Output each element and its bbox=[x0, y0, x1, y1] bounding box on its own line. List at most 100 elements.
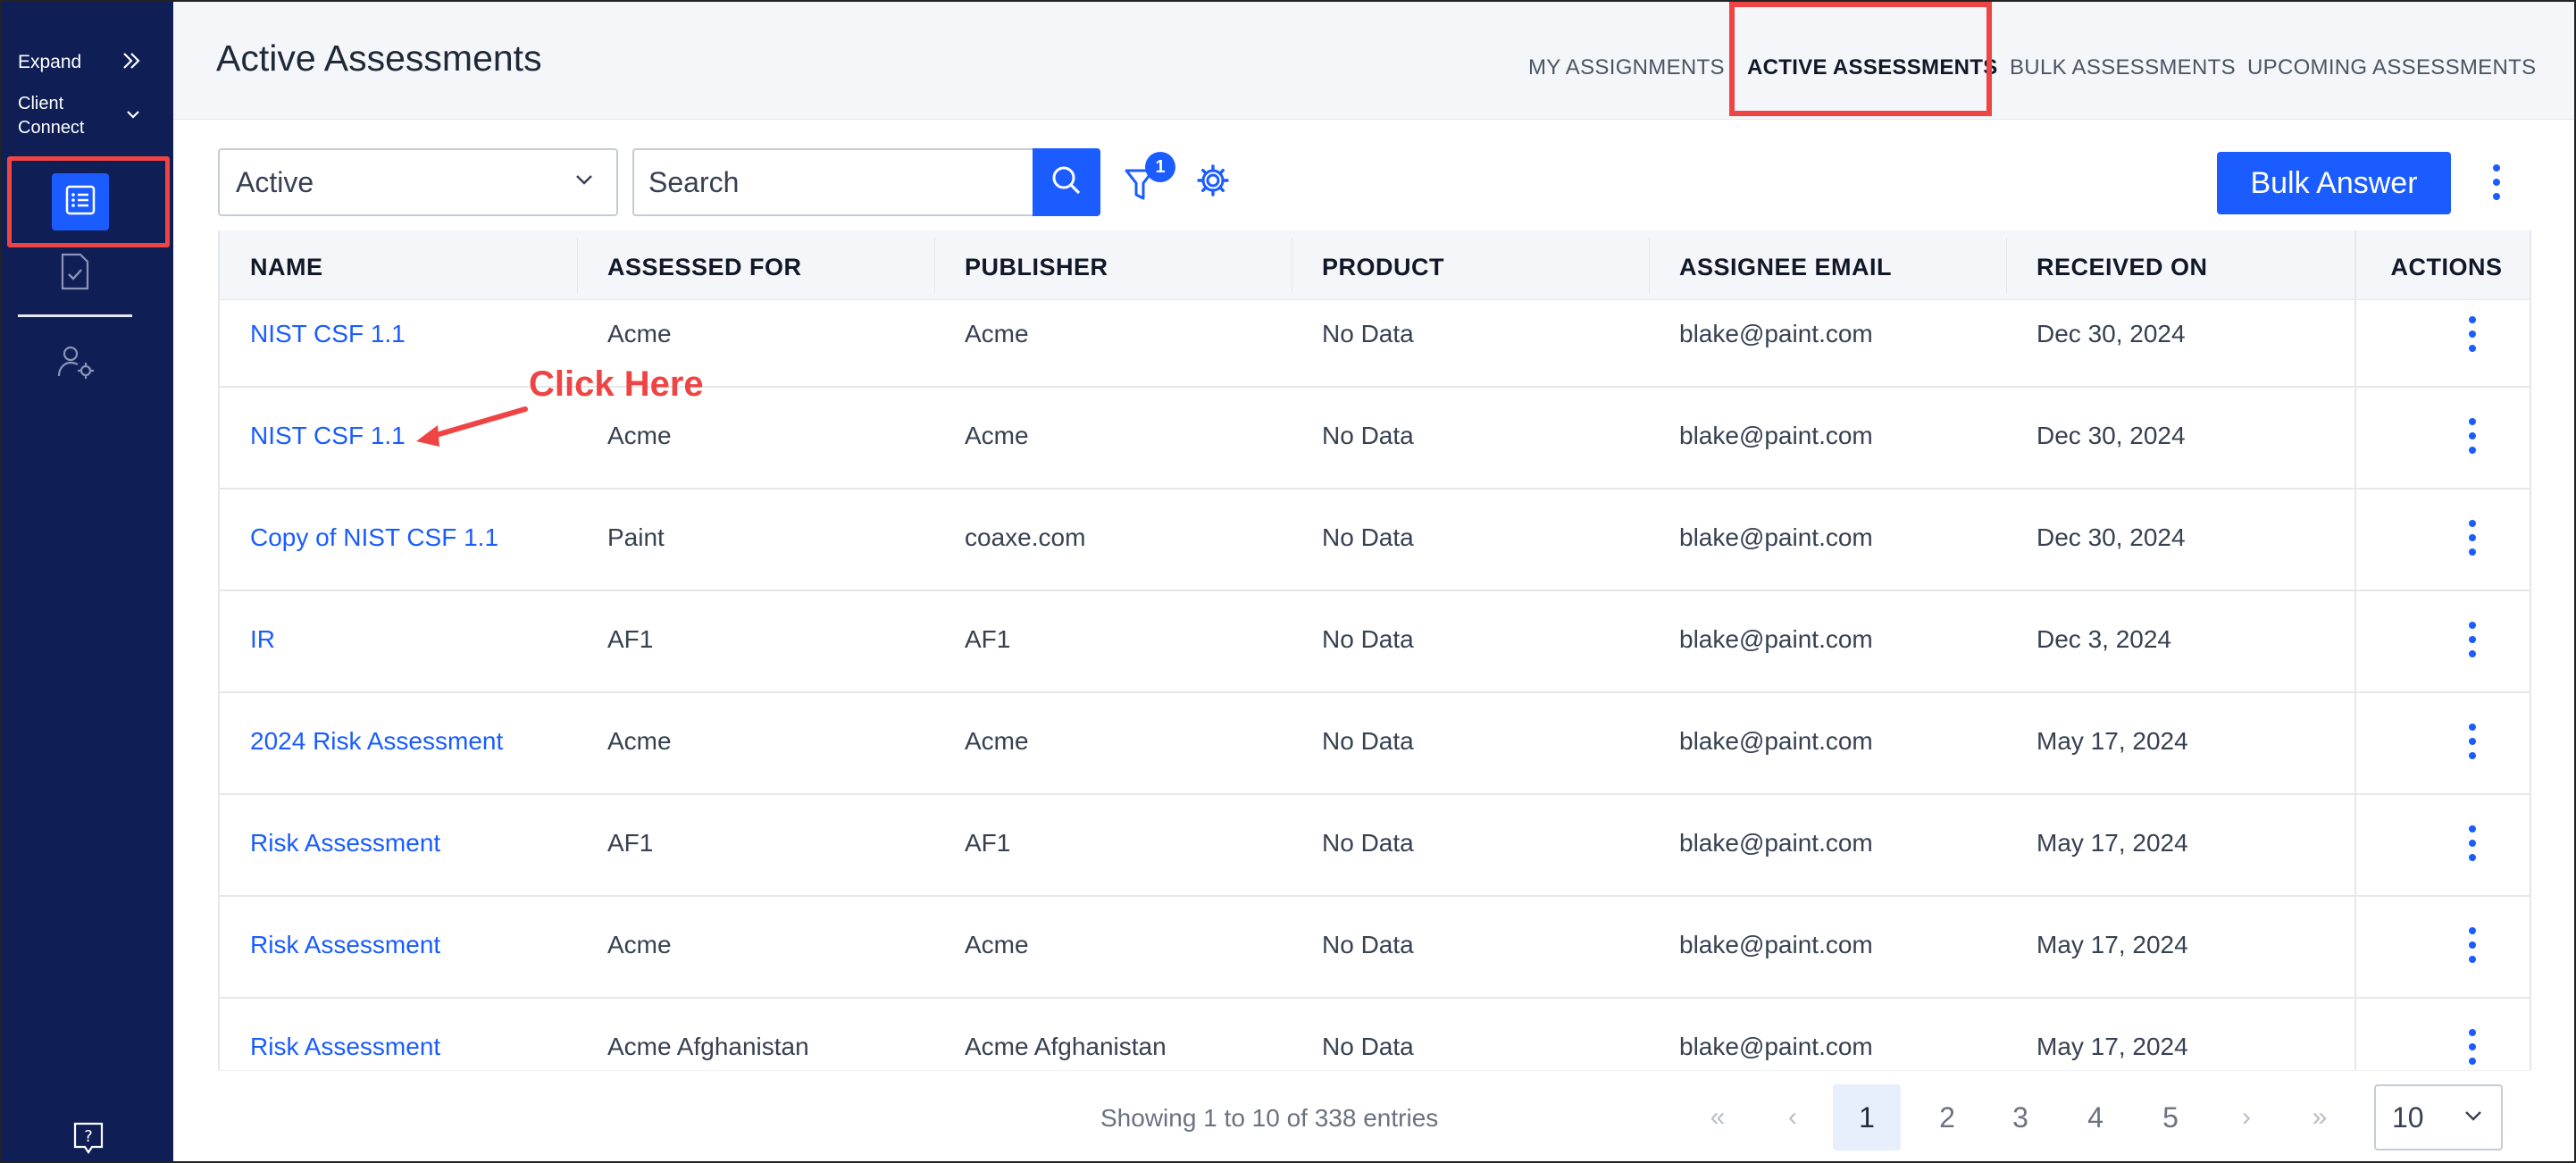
row-actions-button[interactable] bbox=[2462, 824, 2483, 866]
assessment-name-link[interactable]: Risk Assessment bbox=[250, 931, 440, 959]
column-header-publisher[interactable]: PUBLISHER bbox=[965, 254, 1108, 281]
kebab-menu-icon bbox=[2492, 163, 2501, 206]
cell-assessed-for: Acme bbox=[607, 931, 672, 958]
kebab-menu-icon bbox=[2468, 518, 2477, 562]
filter-button[interactable]: 1 bbox=[1124, 152, 1175, 209]
cell-product: No Data bbox=[1322, 931, 1414, 958]
assessment-name-link[interactable]: Copy of NIST CSF 1.1 bbox=[250, 523, 498, 552]
column-header-name[interactable]: NAME bbox=[250, 254, 323, 281]
assessment-name-link[interactable]: Risk Assessment bbox=[250, 1033, 440, 1061]
cell-publisher: AF1 bbox=[965, 625, 1011, 653]
status-value: Active bbox=[236, 165, 314, 198]
page-4-button[interactable]: 4 bbox=[2078, 1084, 2113, 1150]
column-separator bbox=[577, 238, 578, 293]
search-input[interactable] bbox=[632, 148, 1034, 216]
tab-my-assignments[interactable]: MY ASSIGNMENTS bbox=[1528, 55, 1725, 80]
column-header-product[interactable]: PRODUCT bbox=[1322, 254, 1444, 281]
cell-product: No Data bbox=[1322, 1033, 1414, 1060]
cell-received-on: Dec 30, 2024 bbox=[2037, 422, 2186, 449]
row-actions-button[interactable] bbox=[2462, 620, 2483, 663]
cell-assignee-email: blake@paint.com bbox=[1679, 1033, 1873, 1060]
tab-bulk-assessments[interactable]: BULK ASSESSMENTS bbox=[2010, 55, 2236, 80]
cell-assessed-for: Acme bbox=[607, 320, 672, 347]
client-connect-menu[interactable]: Client Connect bbox=[18, 89, 143, 143]
page-title: Active Assessments bbox=[216, 38, 542, 79]
column-header-assignee-email[interactable]: ASSIGNEE EMAIL bbox=[1679, 254, 1892, 281]
bulk-answer-button[interactable]: Bulk Answer bbox=[2217, 152, 2451, 214]
search-icon bbox=[1049, 163, 1084, 203]
prev-page-button[interactable]: ‹ bbox=[1777, 1084, 1808, 1150]
cell-assignee-email: blake@paint.com bbox=[1679, 422, 1873, 449]
first-page-button[interactable]: « bbox=[1702, 1084, 1733, 1150]
cell-publisher: coaxe.com bbox=[965, 523, 1086, 551]
row-actions-button[interactable] bbox=[2462, 925, 2483, 968]
cell-assignee-email: blake@paint.com bbox=[1679, 625, 1873, 653]
column-separator bbox=[934, 238, 935, 293]
column-separator bbox=[2006, 238, 2007, 293]
search-button[interactable] bbox=[1033, 148, 1100, 216]
assessment-name-link[interactable]: Risk Assessment bbox=[250, 829, 440, 858]
row-actions-button[interactable] bbox=[2462, 518, 2483, 561]
cell-assignee-email: blake@paint.com bbox=[1679, 931, 1873, 958]
cell-product: No Data bbox=[1322, 625, 1414, 653]
double-chevron-right-icon bbox=[120, 49, 143, 77]
cell-received-on: May 17, 2024 bbox=[2037, 1033, 2188, 1060]
row-actions-button[interactable] bbox=[2462, 722, 2483, 765]
cell-assessed-for: Acme bbox=[607, 422, 672, 449]
cell-received-on: May 17, 2024 bbox=[2037, 727, 2188, 755]
status-dropdown[interactable]: Active bbox=[218, 148, 618, 216]
sidebar-item-assessments[interactable] bbox=[52, 173, 109, 230]
column-header-actions: ACTIONS bbox=[2390, 254, 2503, 280]
kebab-menu-icon bbox=[2468, 722, 2477, 766]
column-header-received-on[interactable]: RECEIVED ON bbox=[2037, 254, 2208, 281]
cell-received-on: Dec 3, 2024 bbox=[2037, 625, 2171, 653]
cell-assignee-email: blake@paint.com bbox=[1679, 523, 1873, 551]
cell-publisher: Acme bbox=[965, 727, 1029, 755]
filter-count-badge: 1 bbox=[1145, 152, 1175, 182]
page-5-button[interactable]: 5 bbox=[2153, 1084, 2188, 1150]
help-button[interactable]: ? bbox=[71, 1122, 105, 1158]
gear-icon bbox=[1196, 163, 1230, 202]
settings-button[interactable] bbox=[1195, 163, 1231, 202]
sidebar-item-user-settings[interactable] bbox=[55, 344, 96, 383]
kebab-menu-icon bbox=[2468, 1027, 2477, 1071]
assessment-name-link[interactable]: 2024 Risk Assessment bbox=[250, 727, 503, 756]
assessments-table: NAME ASSESSED FOR PUBLISHER PRODUCT ASSI… bbox=[218, 230, 2531, 1070]
table-row: Risk Assessment Acme Afghanistan Acme Afgh… bbox=[220, 999, 2530, 1070]
cell-publisher: Acme Afghanistan bbox=[965, 1033, 1167, 1060]
click-here-annotation: Click Here bbox=[529, 364, 704, 404]
column-header-assessed-for[interactable]: ASSESSED FOR bbox=[607, 254, 802, 281]
assessment-name-link[interactable]: NIST CSF 1.1 bbox=[250, 320, 406, 348]
chevron-down-icon bbox=[2462, 1101, 2485, 1134]
row-actions-button[interactable] bbox=[2462, 416, 2483, 459]
tab-upcoming-assessments[interactable]: UPCOMING ASSESSMENTS bbox=[2247, 55, 2536, 80]
page-2-button[interactable]: 2 bbox=[1929, 1084, 1965, 1150]
kebab-menu-icon bbox=[2468, 314, 2477, 358]
assessment-name-link[interactable]: NIST CSF 1.1 bbox=[250, 422, 406, 450]
assessment-name-link[interactable]: IR bbox=[250, 625, 275, 654]
more-options-button[interactable] bbox=[2483, 159, 2510, 209]
cell-publisher: AF1 bbox=[965, 829, 1011, 857]
next-page-button[interactable]: › bbox=[2231, 1084, 2262, 1150]
annotation-arrow-icon bbox=[416, 406, 528, 447]
cell-assessed-for: Acme bbox=[607, 727, 672, 755]
table-row: 2024 Risk Assessment Acme Acme No Data blake… bbox=[220, 693, 2530, 795]
page-size-dropdown[interactable]: 10 bbox=[2374, 1084, 2503, 1150]
expand-button[interactable]: Expand bbox=[18, 46, 143, 79]
last-page-button[interactable]: » bbox=[2304, 1084, 2335, 1150]
page-3-button[interactable]: 3 bbox=[2003, 1084, 2038, 1150]
row-actions-button[interactable] bbox=[2462, 314, 2483, 357]
chevron-down-icon bbox=[572, 166, 597, 199]
table-row: Copy of NIST CSF 1.1 Paint coaxe.com No Dat… bbox=[220, 489, 2530, 591]
user-gear-icon bbox=[56, 344, 96, 384]
page-1-button[interactable]: 1 bbox=[1833, 1084, 1901, 1150]
sidebar-item-tasks[interactable] bbox=[57, 253, 93, 293]
cell-assignee-email: blake@paint.com bbox=[1679, 829, 1873, 857]
sidebar-divider bbox=[18, 314, 132, 317]
cell-product: No Data bbox=[1322, 320, 1414, 347]
row-actions-button[interactable] bbox=[2462, 1027, 2483, 1070]
cell-product: No Data bbox=[1322, 727, 1414, 755]
table-row: Risk Assessment Acme Acme No Data blake@pain… bbox=[220, 897, 2530, 999]
cell-publisher: Acme bbox=[965, 320, 1029, 347]
page-size-value: 10 bbox=[2392, 1100, 2424, 1134]
